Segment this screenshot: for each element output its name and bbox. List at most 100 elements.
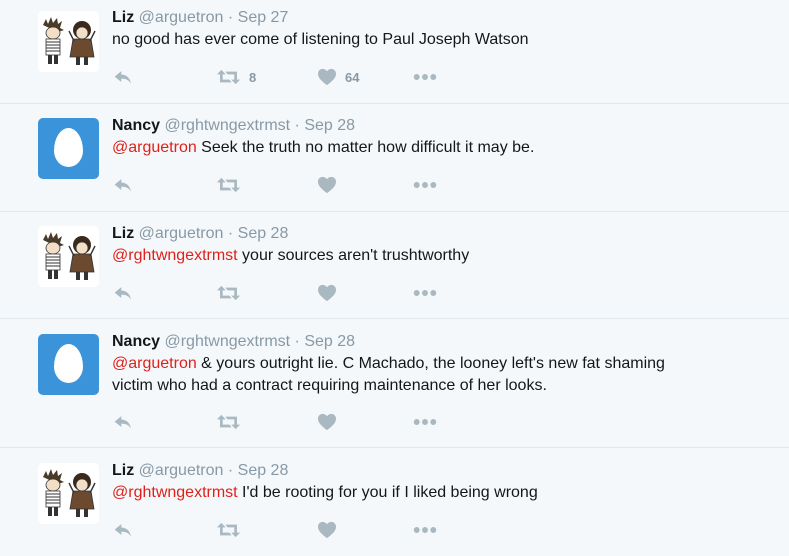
tweet-actions <box>112 411 472 433</box>
display-name[interactable]: Liz <box>112 462 134 479</box>
retweet-button[interactable] <box>216 411 241 433</box>
tweet-actions: 8 64 <box>112 66 472 88</box>
mention-link[interactable]: @arguetron <box>112 139 197 156</box>
retweet-icon <box>216 521 241 539</box>
tweet-header: Nancy @rghtwngextrmst · Sep 28 <box>112 332 355 352</box>
timestamp[interactable]: Sep 28 <box>238 462 289 479</box>
reply-button[interactable] <box>112 66 134 88</box>
more-icon <box>413 289 437 297</box>
tweet-text-line: victim who had a contract requiring main… <box>112 375 752 397</box>
tweet-text-line: @arguetron Seek the truth no matter how … <box>112 137 752 159</box>
display-name[interactable]: Liz <box>112 9 134 26</box>
username[interactable]: @rghtwngextrmst <box>164 117 290 134</box>
reply-icon <box>112 67 134 87</box>
tweet-header: Nancy @rghtwngextrmst · Sep 28 <box>112 116 355 136</box>
timestamp[interactable]: Sep 28 <box>304 117 355 134</box>
like-button[interactable] <box>317 411 337 433</box>
more-icon <box>413 418 437 426</box>
like-icon <box>317 68 337 86</box>
more-icon <box>413 73 437 81</box>
more-button[interactable] <box>413 174 437 196</box>
separator-dot: · <box>227 462 234 479</box>
more-icon <box>413 181 437 189</box>
retweet-button[interactable] <box>216 519 241 541</box>
tweet-text: @arguetron Seek the truth no matter how … <box>112 137 752 159</box>
like-icon <box>317 413 337 431</box>
retweet-icon <box>216 413 241 431</box>
tweet-text-content: I'd be rooting for you if I liked being … <box>237 484 538 501</box>
egg-avatar-icon <box>54 344 83 383</box>
retweet-icon <box>216 284 241 302</box>
username[interactable]: @arguetron <box>139 225 224 242</box>
retweet-button[interactable] <box>216 282 241 304</box>
tweet-text: @arguetron & yours outright lie. C Macha… <box>112 353 752 397</box>
tweet-header: Liz @arguetron · Sep 28 <box>112 224 288 244</box>
display-name[interactable]: Nancy <box>112 333 160 350</box>
separator-dot: · <box>294 117 300 134</box>
tweet-header: Liz @arguetron · Sep 28 <box>112 461 288 481</box>
timestamp[interactable]: Sep 28 <box>238 225 289 242</box>
display-name[interactable]: Nancy <box>112 117 160 134</box>
mention-link[interactable]: @arguetron <box>112 355 197 372</box>
tweet-actions <box>112 174 472 196</box>
avatar[interactable] <box>38 11 99 72</box>
reply-button[interactable] <box>112 174 134 196</box>
tweet-text: no good has ever come of listening to Pa… <box>112 29 752 51</box>
tweet-text: @rghtwngextrmst I'd be rooting for you i… <box>112 482 752 504</box>
timestamp[interactable]: Sep 27 <box>238 9 289 26</box>
username[interactable]: @rghtwngextrmst <box>164 333 290 350</box>
tweet-thread: Liz @arguetron · Sep 27 no good has ever … <box>0 0 789 556</box>
cartoon-avatar-icon <box>38 59 99 72</box>
tweet-text: @rghtwngextrmst your sources aren't trus… <box>112 245 752 267</box>
username[interactable]: @arguetron <box>139 462 224 479</box>
tweet-text-content: your sources aren't trushtworthy <box>237 247 470 264</box>
separator-dot: · <box>227 9 234 26</box>
tweet-text-line: @arguetron & yours outright lie. C Macha… <box>112 353 752 375</box>
tweet-header: Liz @arguetron · Sep 27 <box>112 8 288 28</box>
tweet-actions <box>112 282 472 304</box>
avatar[interactable] <box>38 226 99 287</box>
tweet-text-line: @rghtwngextrmst I'd be rooting for you i… <box>112 482 752 504</box>
retweet-icon <box>216 176 241 194</box>
username[interactable]: @arguetron <box>139 9 224 26</box>
tweet-text-content: & yours outright lie. C Machado, the loo… <box>196 355 665 372</box>
mention-link[interactable]: @rghtwngextrmst <box>112 247 238 264</box>
reply-button[interactable] <box>112 519 134 541</box>
display-name[interactable]: Liz <box>112 225 134 242</box>
retweet-button[interactable] <box>216 174 241 196</box>
tweet-divider <box>0 447 789 448</box>
like-button[interactable] <box>317 519 337 541</box>
retweet-button[interactable]: 8 <box>216 66 256 88</box>
cartoon-avatar-icon <box>38 511 99 524</box>
more-button[interactable] <box>413 66 437 88</box>
reply-button[interactable] <box>112 411 134 433</box>
mention-link[interactable]: @rghtwngextrmst <box>112 484 238 501</box>
tweet-divider <box>0 103 789 104</box>
more-icon <box>413 526 437 534</box>
retweet-icon <box>216 68 241 86</box>
tweet-text-content: victim who had a contract requiring main… <box>112 377 547 394</box>
like-button[interactable]: 64 <box>317 66 359 88</box>
tweet-divider <box>0 211 789 212</box>
avatar[interactable] <box>38 118 99 179</box>
retweet-count: 8 <box>249 69 257 85</box>
tweet-text-content: Seek the truth no matter how difficult i… <box>196 139 535 156</box>
reply-icon <box>112 283 134 303</box>
egg-avatar-icon <box>54 128 83 167</box>
separator-dot: · <box>227 225 234 242</box>
tweet-text-line: no good has ever come of listening to Pa… <box>112 29 752 51</box>
reply-button[interactable] <box>112 282 134 304</box>
more-button[interactable] <box>413 282 437 304</box>
more-button[interactable] <box>413 411 437 433</box>
like-button[interactable] <box>317 282 337 304</box>
like-icon <box>317 521 337 539</box>
cartoon-avatar-icon <box>38 274 99 287</box>
like-button[interactable] <box>317 174 337 196</box>
avatar[interactable] <box>38 463 99 524</box>
avatar[interactable] <box>38 334 99 395</box>
tweet-text-line: @rghtwngextrmst your sources aren't trus… <box>112 245 752 267</box>
more-button[interactable] <box>413 519 437 541</box>
tweet-divider <box>0 318 789 319</box>
timestamp[interactable]: Sep 28 <box>304 333 355 350</box>
like-count: 64 <box>345 69 360 85</box>
